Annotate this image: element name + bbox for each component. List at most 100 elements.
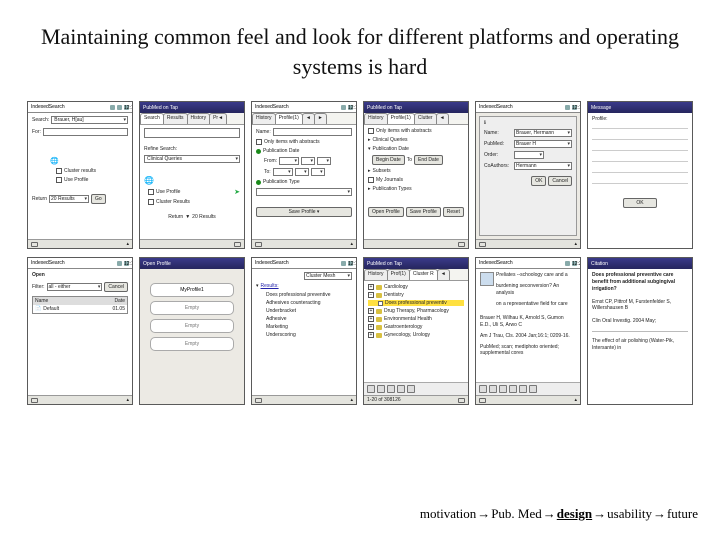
- tool-icon[interactable]: [479, 385, 487, 393]
- search-input[interactable]: [144, 128, 240, 138]
- tab-bar: History Profile(1) Clutter ◄: [364, 113, 468, 125]
- window-header: IndexedSearch 12:17: [28, 258, 132, 269]
- tree-item[interactable]: +Gynecology, Urology: [368, 332, 464, 338]
- save-profile-button[interactable]: Save Profile ▾: [256, 207, 352, 217]
- list-item[interactable]: Does professional preventive: [266, 292, 352, 298]
- cancel-button[interactable]: Cancel: [104, 282, 128, 292]
- for-input[interactable]: [43, 128, 128, 136]
- keyboard-icon[interactable]: [31, 398, 38, 403]
- body: +Cardiology −Dentistry Does professional…: [364, 281, 468, 382]
- tab-scroll-left[interactable]: Pr◄: [209, 113, 227, 124]
- refine-dropdown[interactable]: Clinical Queries: [144, 155, 240, 163]
- body: Profile: OK: [588, 113, 692, 248]
- tool-icon[interactable]: [397, 385, 405, 393]
- pubmed-input[interactable]: Brauer H: [514, 140, 572, 148]
- coauthors-input[interactable]: Hermann: [514, 162, 572, 170]
- body: Preliates --schoology care and a burdeni…: [476, 269, 580, 382]
- save-profile-button[interactable]: Save Profile: [406, 207, 441, 217]
- ok-button[interactable]: OK: [623, 198, 656, 208]
- list-item[interactable]: Underscoring: [266, 332, 352, 338]
- tool-icon[interactable]: [367, 385, 375, 393]
- tree-item[interactable]: +Environmental Health: [368, 316, 464, 322]
- tab-profile[interactable]: Profile(1): [275, 113, 303, 124]
- screen-ppc-search: PubMed on Tap Search Results History Pr◄…: [139, 101, 245, 249]
- screen-palm-contact: IndexedSearch 12:16 ℹ Name:Brauer, Herma…: [475, 101, 581, 249]
- cluster-checkbox[interactable]: [148, 199, 154, 205]
- profile-slot[interactable]: MyProfile1: [150, 283, 234, 297]
- breadcrumb-item: motivation: [420, 506, 476, 521]
- body: MyProfile1 Empty Empty Empty: [140, 269, 244, 404]
- list-item[interactable]: Adhesive: [266, 316, 352, 322]
- tool-icon[interactable]: [519, 385, 527, 393]
- tool-icon[interactable]: [407, 385, 415, 393]
- expand-icon[interactable]: [256, 149, 261, 154]
- reset-button[interactable]: Reset: [443, 207, 464, 217]
- profile-slot-empty[interactable]: Empty: [150, 301, 234, 315]
- keyboard-icon[interactable]: [479, 398, 486, 403]
- tree-item[interactable]: +Cardiology: [368, 284, 464, 290]
- body: ℹ Name:Brauer, Hermann PubMed:Brauer H O…: [479, 116, 577, 236]
- window-header: PubMed on Tap: [364, 102, 468, 113]
- keyboard-icon[interactable]: [458, 398, 465, 403]
- tree-item[interactable]: −Dentistry: [368, 292, 464, 298]
- ok-button[interactable]: OK: [531, 176, 546, 186]
- tool-icon[interactable]: [489, 385, 497, 393]
- search-dropdown[interactable]: Brauer, H[au]: [51, 116, 128, 124]
- screenshot-grid: IndexedSearch 12:12 Search:Brauer, H[au]…: [0, 87, 720, 405]
- screen-palm-cluster: IndexedSearch 12:17 Cluster Mesh ▾Result…: [251, 257, 357, 405]
- list-item[interactable]: Adhesives counteracting: [266, 300, 352, 306]
- name-input[interactable]: Brauer, Hermann: [514, 129, 572, 137]
- return-dropdown[interactable]: 20 Results: [49, 195, 89, 203]
- tab-history[interactable]: History: [187, 113, 211, 124]
- tab-bar: Search Results History Pr◄: [140, 113, 244, 125]
- pubtype-dropdown[interactable]: [256, 188, 352, 196]
- keyboard-icon[interactable]: [31, 242, 38, 247]
- screen-palm-search: IndexedSearch 12:12 Search:Brauer, H[au]…: [27, 101, 133, 249]
- go-button[interactable]: Go: [91, 194, 106, 204]
- window-header: IndexedSearch 12:17: [252, 258, 356, 269]
- tool-icon[interactable]: [529, 385, 537, 393]
- body: Open Filter:all - eitherCancel NameDate …: [28, 269, 132, 395]
- expand-icon[interactable]: [256, 180, 261, 185]
- breadcrumb-item-active: design: [557, 506, 592, 521]
- tab-history[interactable]: History: [252, 113, 276, 124]
- body: Only items with abstracts ▸Clinical Quer…: [364, 125, 468, 239]
- cluster-dropdown[interactable]: Cluster Mesh: [304, 272, 352, 280]
- keyboard-icon[interactable]: [255, 242, 262, 247]
- tab-bar: History Profile(1) ◄ ►: [252, 113, 356, 125]
- keyboard-icon[interactable]: [458, 242, 465, 247]
- filter-dropdown[interactable]: all - either: [47, 283, 103, 291]
- app-title: IndexedSearch: [31, 104, 65, 110]
- useprofile-checkbox[interactable]: [148, 189, 154, 195]
- profile-slot-empty[interactable]: Empty: [150, 337, 234, 351]
- end-date-button[interactable]: End Date: [414, 155, 443, 165]
- useprofile-checkbox[interactable]: [56, 177, 62, 183]
- tool-icon[interactable]: [377, 385, 385, 393]
- tool-icon[interactable]: [509, 385, 517, 393]
- keyboard-icon[interactable]: [479, 242, 486, 247]
- begin-date-button[interactable]: Begin Date: [372, 155, 405, 165]
- tree-item[interactable]: Does professional preventiv: [368, 300, 464, 306]
- list-item[interactable]: Marketing: [266, 324, 352, 330]
- open-profile-button[interactable]: Open Profile: [368, 207, 404, 217]
- cluster-checkbox[interactable]: [56, 168, 62, 174]
- arrow-icon[interactable]: ➤: [234, 188, 240, 196]
- tree-item[interactable]: +Gastroenterology: [368, 324, 464, 330]
- keyboard-icon[interactable]: [234, 242, 241, 247]
- breadcrumb-item: usability: [607, 506, 652, 521]
- list-item[interactable]: Underbracket: [266, 308, 352, 314]
- tab-search[interactable]: Search: [140, 113, 164, 124]
- profile-slot-empty[interactable]: Empty: [150, 319, 234, 333]
- keyboard-icon[interactable]: [255, 398, 262, 403]
- name-input[interactable]: [273, 128, 352, 136]
- abstracts-checkbox[interactable]: [256, 139, 262, 145]
- tool-icon[interactable]: [387, 385, 395, 393]
- file-icon: 📄: [35, 306, 41, 312]
- order-input[interactable]: [514, 151, 544, 159]
- tab-results[interactable]: Results: [163, 113, 188, 124]
- globe-icon: 🌐: [144, 176, 154, 185]
- tool-icon[interactable]: [499, 385, 507, 393]
- window-header: Citation: [588, 258, 692, 269]
- cancel-button[interactable]: Cancel: [548, 176, 572, 186]
- tree-item[interactable]: +Drug Therapy, Pharmacology: [368, 308, 464, 314]
